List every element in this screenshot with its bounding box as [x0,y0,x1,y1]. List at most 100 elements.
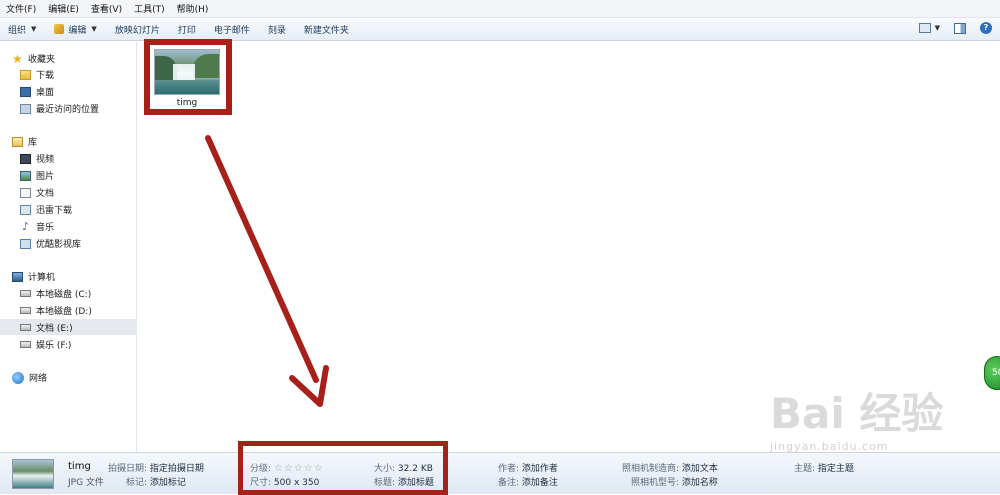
command-bar: 组织 ▼ 编辑 ▼ 放映幻灯片 打印 电子邮件 刻录 新建文件夹 ▼ ? [0,18,1000,41]
nav-item-label: 本地磁盘 (D:) [36,307,92,317]
nav-item-label: 娱乐 (F:) [36,341,72,351]
annotation-box-file [144,39,232,115]
nav-libraries[interactable]: 库 [12,135,37,148]
nav-item-drive-d[interactable]: 本地磁盘 (D:) [20,304,92,317]
nav-item-drive-e[interactable]: 文档 (E:) [0,319,137,335]
date-taken-row: 拍摄日期: 指定拍摄日期 [108,461,204,474]
nav-libraries-label: 库 [28,138,38,148]
print-label: 打印 [177,25,196,36]
chevron-down-icon[interactable]: ▼ [935,24,940,32]
thunder-download-icon [20,204,31,215]
nav-item-documents[interactable]: 文档 [20,186,54,199]
computer-icon [12,271,23,282]
drive-icon [20,341,31,348]
nav-item-desktop[interactable]: 桌面 [20,85,54,98]
nav-network-label: 网络 [29,374,48,384]
nav-item-videos[interactable]: 视频 [20,152,54,165]
camera-maker-row: 照相机制造商: 添加文本 [622,461,718,474]
nav-item-music[interactable]: ♪ 音乐 [20,219,55,234]
desktop-icon [20,86,31,97]
floating-speed-badge[interactable]: 50 [984,356,1000,390]
menu-bar: 文件(F) 编辑(E) 查看(V) 工具(T) 帮助(H) [0,0,1000,18]
tags-label: 标记: [126,478,148,488]
organize-label: 组织 [8,25,27,36]
edit-icon [54,24,65,34]
comments-row: 备注: 添加备注 [498,475,558,488]
burn-label: 刻录 [267,25,286,36]
edit-label: 编辑 [68,25,87,36]
nav-computer[interactable]: 计算机 [12,270,55,283]
nav-item-label: 本地磁盘 (C:) [36,290,92,300]
chevron-down-icon: ▼ [31,25,37,33]
nav-item-label: 视频 [36,155,55,165]
documents-icon [20,187,31,198]
nav-item-label: 文档 (E:) [36,323,73,334]
email-button[interactable]: 电子邮件 [214,23,250,36]
new-folder-label: 新建文件夹 [303,25,349,36]
preview-pane-icon[interactable] [954,22,966,34]
comments-label: 备注: [498,478,520,488]
help-icon[interactable]: ? [980,22,992,34]
new-folder-button[interactable]: 新建文件夹 [304,23,349,36]
nav-item-label: 下载 [36,71,55,81]
change-view-icon[interactable] [918,23,931,33]
tags-value[interactable]: 添加标记 [150,478,186,488]
nav-item-recent[interactable]: 最近访问的位置 [20,102,99,115]
menu-help[interactable]: 帮助(H) [177,2,209,15]
nav-item-drive-c[interactable]: 本地磁盘 (C:) [20,287,91,300]
details-file-name: timg [68,461,91,472]
camera-model-row: 照相机型号: 添加名称 [631,475,718,488]
nav-favorites[interactable]: ★ 收藏夹 [12,51,56,66]
nav-item-label: 桌面 [36,88,55,98]
details-thumbnail [12,459,54,489]
nav-network[interactable]: 网络 [12,371,47,384]
subject-label: 主题: [794,464,816,474]
nav-item-label: 迅雷下载 [36,206,73,216]
library-icon [12,136,23,147]
camera-maker-value[interactable]: 添加文本 [682,464,718,474]
nav-favorites-label: 收藏夹 [28,55,56,65]
baidu-watermark-url: jingyan.baidu.com [770,440,889,453]
nav-item-pictures[interactable]: 图片 [20,169,54,182]
slideshow-button[interactable]: 放映幻灯片 [115,23,160,36]
burn-button[interactable]: 刻录 [268,23,286,36]
menu-tools[interactable]: 工具(T) [134,2,165,15]
music-icon: ♪ [21,219,30,233]
drive-icon [20,290,31,297]
slideshow-label: 放映幻灯片 [114,25,160,36]
organize-button[interactable]: 组织 ▼ [8,23,36,36]
date-taken-value[interactable]: 指定拍摄日期 [150,464,204,474]
nav-item-downloads[interactable]: 下载 [20,68,54,81]
menu-view[interactable]: 查看(V) [91,2,122,15]
pictures-icon [20,170,31,181]
nav-computer-label: 计算机 [28,273,56,283]
subject-row: 主题: 指定主题 [794,461,854,474]
nav-item-label: 音乐 [36,223,55,233]
menu-edit[interactable]: 编辑(E) [48,2,79,15]
drive-icon [20,323,31,331]
nav-item-label: 优酷影视库 [36,240,82,250]
drive-icon [20,307,31,314]
nav-item-label: 文档 [36,189,55,199]
menu-file[interactable]: 文件(F) [6,2,36,15]
tags-row: 标记: 添加标记 [126,475,186,488]
nav-item-youku[interactable]: 优酷影视库 [20,237,81,250]
network-icon [12,371,24,384]
edit-button[interactable]: 编辑 ▼ [54,23,97,36]
star-icon: ★ [12,51,23,66]
author-value[interactable]: 添加作者 [522,464,558,474]
chevron-down-icon: ▼ [91,25,97,33]
subject-value[interactable]: 指定主题 [818,464,854,474]
nav-item-drive-f[interactable]: 娱乐 (F:) [20,338,71,351]
nav-item-thunder[interactable]: 迅雷下载 [20,203,72,216]
baidu-watermark: Bai 经验 [770,389,944,438]
date-taken-label: 拍摄日期: [108,464,148,474]
comments-value[interactable]: 添加备注 [522,478,558,488]
toolbar-right: ▼ ? [918,22,992,34]
print-button[interactable]: 打印 [178,23,196,36]
download-folder-icon [20,69,31,80]
nav-item-label: 最近访问的位置 [36,105,100,115]
camera-model-value[interactable]: 添加名称 [682,478,718,488]
video-icon [20,153,31,164]
details-file-type: JPG 文件 [68,478,104,488]
